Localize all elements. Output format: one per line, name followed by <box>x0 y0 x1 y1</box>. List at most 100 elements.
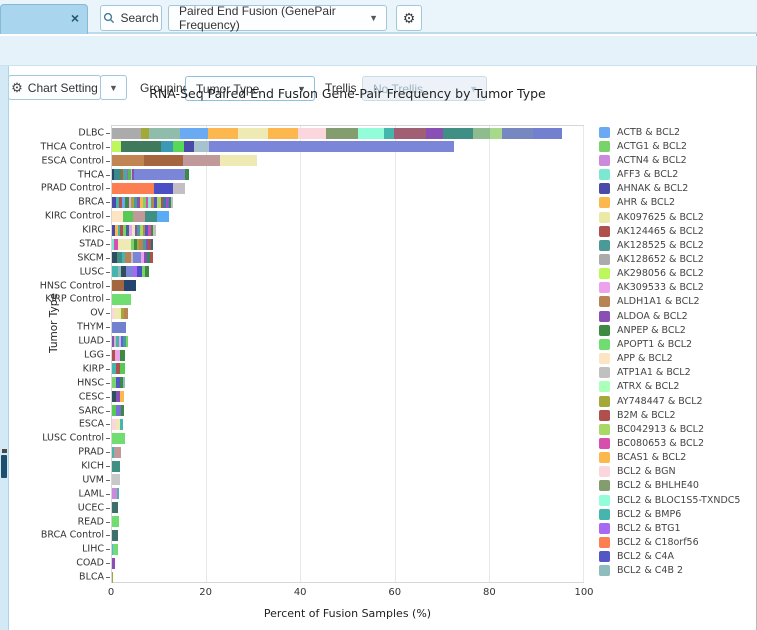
bar-segment[interactable] <box>122 377 125 389</box>
bar-segment[interactable] <box>220 155 257 167</box>
bar-segment[interactable] <box>179 127 208 139</box>
legend-item[interactable]: AK298056 & BCL2 <box>599 267 757 281</box>
bar-read[interactable] <box>112 516 583 528</box>
bar-segment[interactable] <box>112 183 154 194</box>
legend-item[interactable]: BCL2 & C4A <box>599 550 757 564</box>
chart-setting-button[interactable]: ⚙ Chart Setting <box>8 75 101 100</box>
legend-item[interactable]: APP & BCL2 <box>599 352 757 366</box>
bar-segment[interactable] <box>120 141 161 153</box>
bar-skcm[interactable] <box>112 252 583 264</box>
bar-segment[interactable] <box>268 127 299 139</box>
bar-segment[interactable] <box>172 141 184 153</box>
bar-segment[interactable] <box>112 557 115 569</box>
legend-item[interactable]: ATRX & BCL2 <box>599 380 757 394</box>
bar-lusc-control[interactable] <box>112 432 583 444</box>
bar-coad[interactable] <box>112 557 583 569</box>
bar-kirc[interactable] <box>112 224 583 236</box>
bar-segment[interactable] <box>145 210 158 222</box>
bar-segment[interactable] <box>172 183 186 194</box>
bar-segment[interactable] <box>112 460 120 472</box>
bar-segment[interactable] <box>425 127 443 139</box>
legend-item[interactable]: BCAS1 & BCL2 <box>599 451 757 465</box>
bar-kich[interactable] <box>112 460 583 472</box>
bar-segment[interactable] <box>160 141 173 153</box>
bar-segment[interactable] <box>144 155 183 167</box>
bar-esca[interactable] <box>112 418 583 430</box>
legend-item[interactable]: AHNAK & BCL2 <box>599 182 757 196</box>
bar-prad[interactable] <box>112 446 583 458</box>
bar-segment[interactable] <box>112 571 114 583</box>
bar-segment[interactable] <box>113 307 122 319</box>
legend-item[interactable]: ACTN4 & BCL2 <box>599 153 757 167</box>
bar-hnsc[interactable] <box>112 377 583 389</box>
bar-segment[interactable] <box>182 155 221 167</box>
view-selector[interactable]: Paired End Fusion (GenePair Frequency) ▼ <box>168 4 387 32</box>
legend-item[interactable]: BCL2 & BGN <box>599 465 757 479</box>
bar-segment[interactable] <box>120 349 125 361</box>
bar-stad[interactable] <box>112 238 583 250</box>
bar-segment[interactable] <box>140 127 149 139</box>
legend-item[interactable]: B2M & BCL2 <box>599 408 757 422</box>
bar-segment[interactable] <box>112 155 145 167</box>
bar-brca-control[interactable] <box>112 529 583 541</box>
legend-item[interactable]: AK124465 & BCL2 <box>599 224 757 238</box>
bar-cesc[interactable] <box>112 391 583 403</box>
bar-sarc[interactable] <box>112 405 583 417</box>
bar-lihc[interactable] <box>112 543 583 555</box>
bar-segment[interactable] <box>112 516 120 528</box>
bar-segment[interactable] <box>112 280 124 292</box>
bar-lgg[interactable] <box>112 349 583 361</box>
legend-item[interactable]: BCL2 & BLOC1S5-TXNDC5 <box>599 493 757 507</box>
bar-dlbc[interactable] <box>112 127 583 139</box>
bar-segment[interactable] <box>124 307 128 319</box>
legend-item[interactable]: BC042913 & BCL2 <box>599 422 757 436</box>
bar-segment[interactable] <box>112 432 125 444</box>
bar-segment[interactable] <box>112 529 119 541</box>
bar-segment[interactable] <box>502 127 534 139</box>
bar-segment[interactable] <box>112 474 120 486</box>
tab-close-icon[interactable]: × <box>71 10 79 26</box>
legend-item[interactable]: AFF3 & BCL2 <box>599 167 757 181</box>
bar-ucec[interactable] <box>112 502 583 514</box>
bar-segment[interactable] <box>113 543 119 555</box>
bar-segment[interactable] <box>148 127 180 139</box>
bar-segment[interactable] <box>120 418 123 430</box>
bar-segment[interactable] <box>490 127 503 139</box>
legend-item[interactable]: BCL2 & BMP6 <box>599 507 757 521</box>
bar-kirp-control[interactable] <box>112 294 583 306</box>
bar-segment[interactable] <box>533 127 563 139</box>
bar-segment[interactable] <box>114 169 122 181</box>
legend-item[interactable]: BCL2 & BHLHE40 <box>599 479 757 493</box>
bar-ov[interactable] <box>112 307 583 319</box>
legend-item[interactable]: APOPT1 & BCL2 <box>599 337 757 351</box>
legend-item[interactable]: ANPEP & BCL2 <box>599 323 757 337</box>
bar-segment[interactable] <box>112 127 141 139</box>
legend-item[interactable]: BCL2 & C4B 2 <box>599 564 757 578</box>
bar-segment[interactable] <box>117 238 131 250</box>
bar-brca[interactable] <box>112 196 583 208</box>
bar-segment[interactable] <box>170 196 174 208</box>
legend-item[interactable]: BCL2 & BTG1 <box>599 521 757 535</box>
bar-uvm[interactable] <box>112 474 583 486</box>
bar-segment[interactable] <box>125 266 133 278</box>
bar-thca[interactable] <box>112 169 583 181</box>
legend-item[interactable]: AY748447 & BCL2 <box>599 394 757 408</box>
bar-kirc-control[interactable] <box>112 210 583 222</box>
bar-segment[interactable] <box>112 210 123 222</box>
bar-segment[interactable] <box>238 127 269 139</box>
legend-item[interactable]: AK128525 & BCL2 <box>599 238 757 252</box>
legend-item[interactable]: ATP1A1 & BCL2 <box>599 366 757 380</box>
bar-segment[interactable] <box>112 294 131 306</box>
bar-segment[interactable] <box>207 127 239 139</box>
bar-segment[interactable] <box>208 141 455 153</box>
legend-item[interactable]: AHR & BCL2 <box>599 196 757 210</box>
bar-segment[interactable] <box>153 224 156 236</box>
bar-thca-control[interactable] <box>112 141 583 153</box>
bar-segment[interactable] <box>194 141 209 153</box>
settings-button[interactable]: ⚙ <box>396 5 422 31</box>
legend-item[interactable]: BCL2 & C18orf56 <box>599 536 757 550</box>
bar-segment[interactable] <box>357 127 384 139</box>
legend-item[interactable]: ALDOA & BCL2 <box>599 309 757 323</box>
bar-segment[interactable] <box>123 280 136 292</box>
bar-segment[interactable] <box>120 405 124 417</box>
